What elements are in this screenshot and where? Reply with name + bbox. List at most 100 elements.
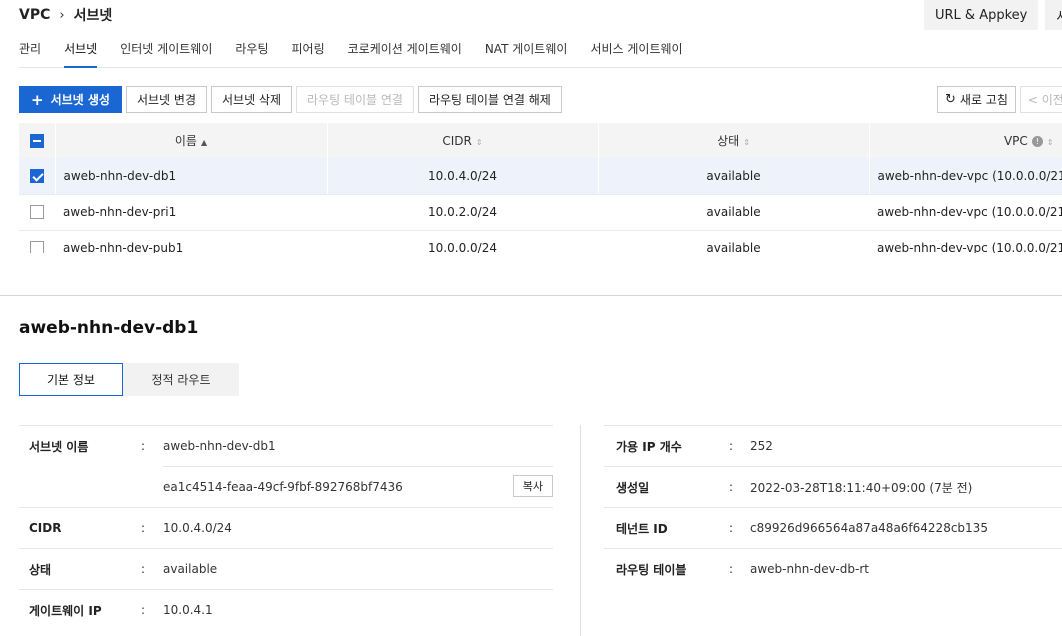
table-header-row: 이름 ▲ CIDR ⇕ 상태 ⇕ VPC! ⇕ xyxy=(19,123,1062,158)
disconnect-route-table-button[interactable]: 라우팅 테이블 연결 해제 xyxy=(417,86,562,113)
cell-state: available xyxy=(598,158,870,195)
column-separator xyxy=(580,425,581,636)
column-header-cidr[interactable]: CIDR ⇕ xyxy=(327,123,599,158)
create-subnet-button[interactable]: + 서브넷 생성 xyxy=(19,86,122,113)
column-header-name[interactable]: 이름 ▲ xyxy=(55,123,328,158)
toolbar-right: ↻ 새로 고침 < 이전 xyxy=(937,86,1062,113)
sort-asc-icon: ▲ xyxy=(200,138,208,147)
info-label: 가용 IP 개수 xyxy=(616,439,682,454)
table-row[interactable]: aweb-nhn-dev-pri1 10.0.2.0/24 available … xyxy=(19,194,1062,231)
detail-info-left: 서브넷 이름 : aweb-nhn-dev-db1 ea1c4514-feaa-… xyxy=(19,425,553,630)
tab-static-route[interactable]: 정적 라우트 xyxy=(123,363,239,396)
usage-button[interactable]: 사용 xyxy=(1045,0,1062,30)
url-appkey-button[interactable]: URL & Appkey xyxy=(924,0,1039,30)
info-value: 10.0.4.1 xyxy=(163,603,213,617)
detail-info-right: 가용 IP 개수 : 252 생성일 : 2022-03-28T18:11:40… xyxy=(604,425,1062,589)
tab-routing[interactable]: 라우팅 xyxy=(235,36,268,68)
tab-nat-gateway[interactable]: NAT 게이트웨이 xyxy=(485,36,568,68)
info-colon: : xyxy=(729,521,734,535)
info-colon: : xyxy=(141,521,146,535)
table-row[interactable]: aweb-nhn-dev-db1 10.0.4.0/24 available a… xyxy=(19,158,1062,195)
row-select-cell xyxy=(19,194,55,231)
pane-divider[interactable] xyxy=(0,295,1062,296)
info-row-subnet-id: ea1c4514-feaa-49cf-9fbf-892768bf7436 복사 xyxy=(19,466,553,507)
column-header-state[interactable]: 상태 ⇕ xyxy=(598,123,870,158)
info-value: c89926d966564a87a48a6f64228cb135 xyxy=(750,521,988,535)
breadcrumb-current: 서브넷 xyxy=(73,8,113,24)
info-value: available xyxy=(163,562,218,576)
info-label: 서브넷 이름 xyxy=(29,439,89,454)
info-row-gateway: 게이트웨이 IP : 10.0.4.1 xyxy=(19,589,553,630)
cell-cidr: 10.0.0.0/24 xyxy=(327,230,598,253)
cell-vpc: aweb-nhn-dev-vpc (10.0.0.0/21) xyxy=(869,230,1062,253)
info-icon[interactable]: ! xyxy=(1031,135,1043,147)
select-all-cell xyxy=(19,123,56,158)
subnet-table: 이름 ▲ CIDR ⇕ 상태 ⇕ VPC! ⇕ aweb-nhn-dev-db1 10.… xyxy=(19,123,1062,253)
info-label: CIDR xyxy=(29,521,62,535)
cell-name: aweb-nhn-dev-pub1 xyxy=(55,230,327,253)
sort-icon: ⇕ xyxy=(475,137,483,147)
subnet-id-value: ea1c4514-feaa-49cf-9fbf-892768bf7436 xyxy=(163,480,403,494)
info-label: 테넌트 ID xyxy=(616,521,668,536)
sort-icon: ⇕ xyxy=(1046,137,1054,147)
info-colon: : xyxy=(729,439,734,453)
row-checkbox[interactable] xyxy=(29,169,44,183)
cell-name: aweb-nhn-dev-db1 xyxy=(55,158,328,195)
row-checkbox[interactable] xyxy=(30,241,44,253)
cell-state: available xyxy=(598,194,869,231)
info-row-state: 상태 : available xyxy=(19,548,553,589)
tab-service-gateway[interactable]: 서비스 게이트웨이 xyxy=(590,36,682,68)
tab-peering[interactable]: 피어링 xyxy=(291,36,324,68)
cell-vpc: aweb-nhn-dev-vpc (10.0.0.0/21) xyxy=(869,194,1062,231)
info-row-cidr: CIDR : 10.0.4.0/24 xyxy=(19,507,553,548)
row-select-cell xyxy=(19,230,55,253)
tab-colocation-gateway[interactable]: 코로케이션 게이트웨이 xyxy=(348,36,462,68)
info-row-created: 생성일 : 2022-03-28T18:11:40+09:00 (7분 전) xyxy=(604,466,1062,507)
info-value: aweb-nhn-dev-db1 xyxy=(163,439,276,453)
cell-state: available xyxy=(598,230,869,253)
select-all-checkbox[interactable] xyxy=(29,133,44,148)
info-colon: : xyxy=(141,562,146,576)
info-colon: : xyxy=(141,603,146,617)
plus-icon: + xyxy=(31,90,44,109)
refresh-button[interactable]: ↻ 새로 고침 xyxy=(937,86,1016,113)
service-tabs: 관리 서브넷 인터넷 게이트웨이 라우팅 피어링 코로케이션 게이트웨이 NAT… xyxy=(19,36,1062,68)
row-checkbox[interactable] xyxy=(30,205,44,220)
prev-page-button[interactable]: < 이전 xyxy=(1019,86,1062,113)
chevron-right-icon: › xyxy=(59,7,65,23)
delete-subnet-button[interactable]: 서브넷 삭제 xyxy=(210,86,292,113)
change-subnet-button[interactable]: 서브넷 변경 xyxy=(125,86,207,113)
info-label: 라우팅 테이블 xyxy=(616,562,687,577)
connect-route-table-button[interactable]: 라우팅 테이블 연결 xyxy=(296,86,414,113)
breadcrumb: VPC › 서브넷 xyxy=(19,5,112,25)
info-value: 252 xyxy=(750,439,773,453)
info-value: 2022-03-28T18:11:40+09:00 (7분 전) xyxy=(750,480,973,495)
info-label: 생성일 xyxy=(616,480,650,495)
info-row-route-table: 라우팅 테이블 : aweb-nhn-dev-db-rt xyxy=(604,548,1062,589)
cell-cidr: 10.0.2.0/24 xyxy=(327,194,598,231)
info-label: 게이트웨이 IP xyxy=(29,603,102,618)
breadcrumb-root[interactable]: VPC xyxy=(19,7,50,23)
top-actions: URL & Appkey 사용 xyxy=(924,0,1062,30)
detail-tabs: 기본 정보 정적 라우트 xyxy=(19,363,239,396)
tab-basic-info[interactable]: 기본 정보 xyxy=(19,363,123,396)
info-label: 상태 xyxy=(29,562,52,577)
info-value: aweb-nhn-dev-db-rt xyxy=(750,562,869,576)
info-colon: : xyxy=(141,439,146,453)
table-row[interactable]: aweb-nhn-dev-pub1 10.0.0.0/24 available … xyxy=(19,230,1062,253)
cell-vpc: aweb-nhn-dev-vpc (10.0.0.0/21) xyxy=(869,158,1062,195)
column-header-vpc[interactable]: VPC! ⇕ xyxy=(869,123,1062,158)
refresh-label: 새로 고침 xyxy=(959,93,1008,107)
detail-title: aweb-nhn-dev-db1 xyxy=(19,318,199,338)
info-row-available-ip: 가용 IP 개수 : 252 xyxy=(604,425,1062,466)
tab-subnet[interactable]: 서브넷 xyxy=(64,36,98,68)
info-colon: : xyxy=(729,480,734,494)
info-row-subnet-name: 서브넷 이름 : aweb-nhn-dev-db1 xyxy=(19,425,553,466)
cell-cidr: 10.0.4.0/24 xyxy=(327,158,599,195)
sort-icon: ⇕ xyxy=(743,138,750,147)
copy-button[interactable]: 복사 xyxy=(512,475,553,497)
info-value: 10.0.4.0/24 xyxy=(163,521,232,535)
tab-internet-gateway[interactable]: 인터넷 게이트웨이 xyxy=(120,36,212,68)
tab-manage[interactable]: 관리 xyxy=(19,36,41,68)
refresh-icon: ↻ xyxy=(945,92,956,107)
